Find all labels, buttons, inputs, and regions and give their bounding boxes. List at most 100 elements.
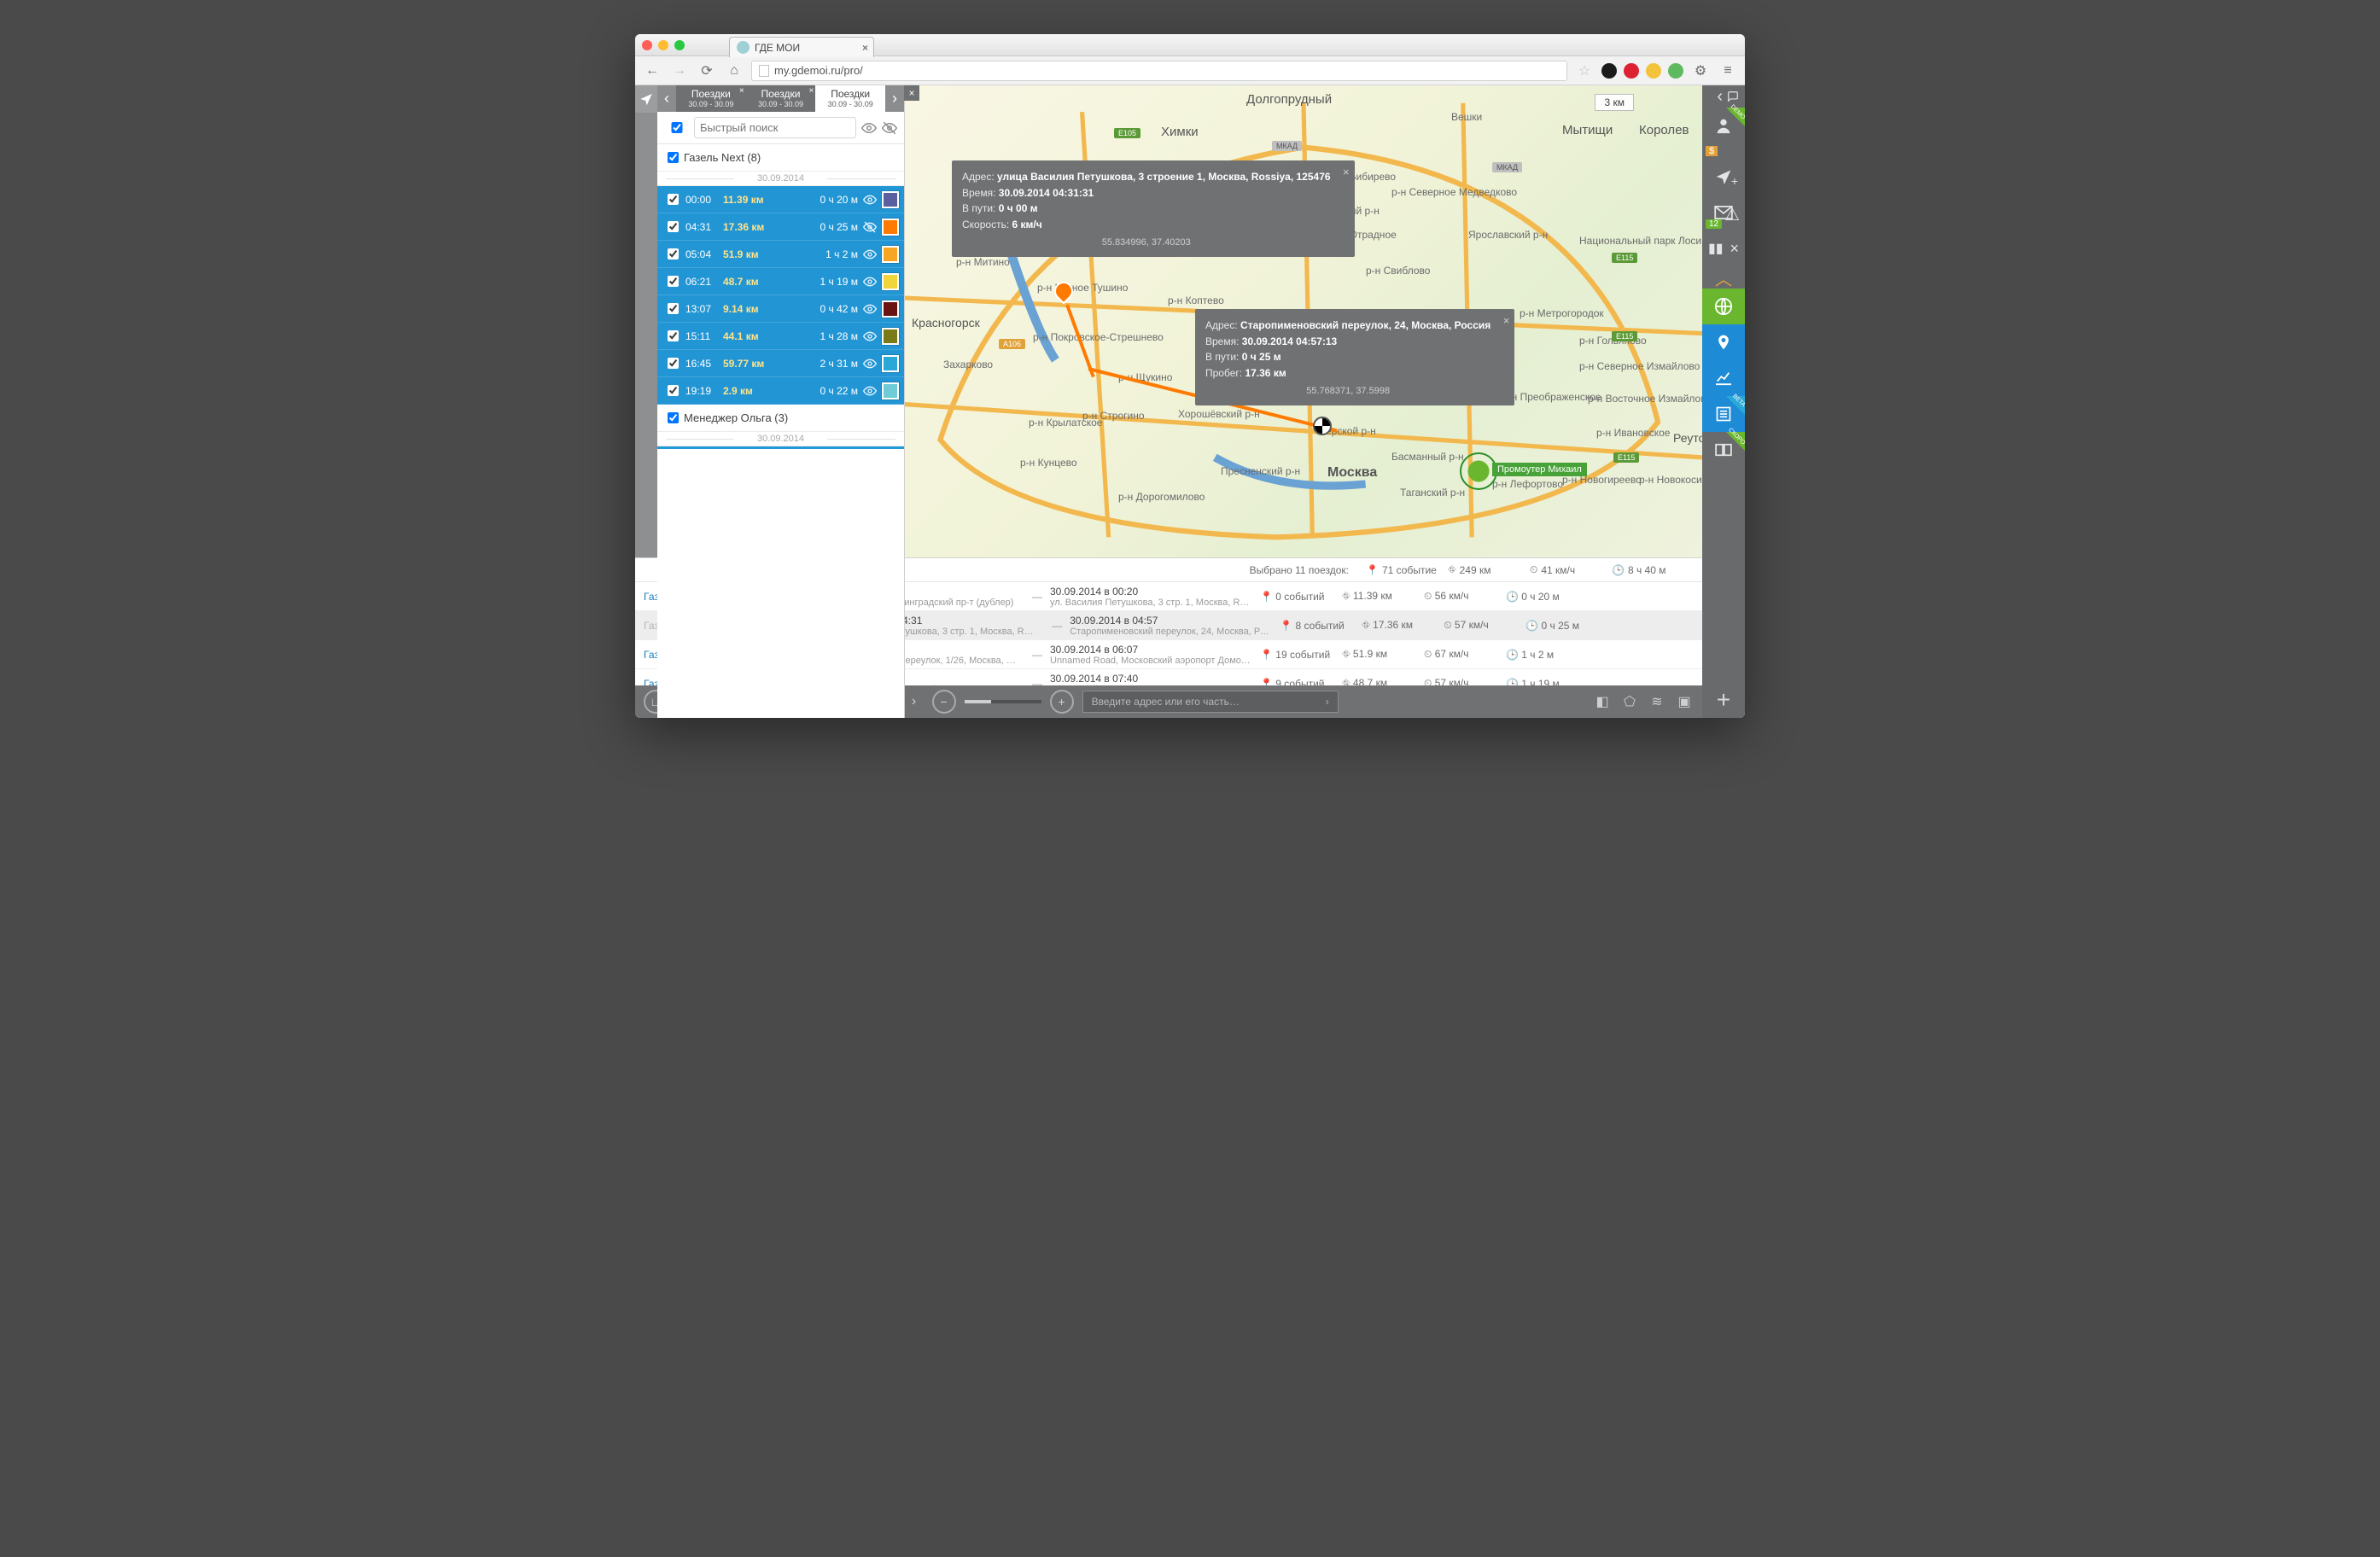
url-bar[interactable]: my.gdemoi.ru/pro/ — [751, 61, 1567, 81]
label-preobr: р-н Преображенское — [1502, 391, 1601, 403]
dock-billing-icon[interactable]: $ — [1702, 143, 1745, 159]
trip-row[interactable]: 06:21 48.7 км 1 ч 19 м — [657, 268, 904, 295]
dock-pin-icon[interactable] — [1702, 324, 1745, 360]
color-swatch[interactable] — [882, 300, 899, 318]
tab-trips-0[interactable]: Поездки 30.09 - 30.09 × — [676, 85, 746, 112]
dock-mail-icon[interactable]: ⚠12 — [1702, 195, 1745, 230]
eye-icon[interactable] — [863, 302, 877, 316]
group-check[interactable] — [668, 152, 679, 163]
color-swatch[interactable] — [882, 382, 899, 399]
color-swatch[interactable] — [882, 273, 899, 290]
label-dorog: р-н Дорогомилово — [1118, 491, 1205, 503]
color-swatch[interactable] — [882, 246, 899, 263]
dock-up-icon[interactable]: ︿ — [1702, 266, 1745, 289]
trip-check[interactable] — [668, 358, 679, 369]
group-gazelle[interactable]: Газель Next (8) — [657, 144, 904, 172]
dock-book-icon[interactable]: СКОРО — [1702, 432, 1745, 468]
trip-row[interactable]: 04:31 17.36 км 0 ч 25 м — [657, 213, 904, 241]
traffic-min-icon[interactable] — [658, 40, 668, 50]
tabs-next-icon[interactable]: › — [885, 85, 904, 112]
color-swatch[interactable] — [882, 219, 899, 236]
group-check[interactable] — [668, 412, 679, 423]
zoom-slider[interactable] — [965, 700, 1041, 703]
badge-e115a: E115 — [1612, 253, 1637, 263]
home-icon[interactable]: ⌂ — [724, 61, 744, 81]
footer-eraser-icon[interactable]: ◧ — [1593, 692, 1612, 711]
label-mitino: р-н Митино — [956, 256, 1010, 268]
dock-split-icon[interactable]: ▮▮× — [1702, 230, 1745, 266]
dock-send-icon[interactable]: + — [1702, 159, 1745, 195]
dock-collapse-icon[interactable]: ‹ — [1702, 85, 1745, 108]
trip-check[interactable] — [668, 276, 679, 287]
dock-globe-icon[interactable] — [1702, 289, 1745, 324]
tabs-prev-icon[interactable]: ‹ — [657, 85, 676, 112]
trip-row[interactable]: 19:19 2.9 км 0 ч 22 м — [657, 377, 904, 405]
group-olga[interactable]: Менеджер Ольга (3) — [657, 405, 904, 432]
nav-back-icon[interactable]: ← — [642, 61, 662, 81]
trip-dur: 0 ч 22 м — [805, 385, 858, 397]
ext4-icon[interactable] — [1668, 63, 1683, 79]
trip-check[interactable] — [668, 194, 679, 205]
dock-add-icon[interactable]: + — [1702, 682, 1745, 718]
menu-icon[interactable]: ≡ — [1718, 61, 1738, 81]
bookmark-star-icon[interactable]: ☆ — [1574, 61, 1595, 81]
marker-end-icon[interactable] — [1313, 417, 1332, 435]
tab-trips-2[interactable]: Поездки 30.09 - 30.09 — [815, 85, 885, 112]
trip-check[interactable] — [668, 248, 679, 260]
trip-check[interactable] — [668, 330, 679, 341]
zoom-out-icon[interactable]: − — [932, 690, 956, 714]
footer-layers-icon[interactable]: ≋ — [1648, 692, 1666, 711]
eye-icon[interactable] — [863, 357, 877, 370]
tab-close-icon[interactable]: × — [739, 86, 744, 96]
eye-icon[interactable] — [863, 193, 877, 207]
trip-check[interactable] — [668, 385, 679, 396]
trip-check[interactable] — [668, 221, 679, 232]
pager-next-icon[interactable]: › — [905, 692, 924, 711]
footer-fullscreen-icon[interactable]: ▣ — [1675, 692, 1694, 711]
traffic-max-icon[interactable] — [674, 40, 685, 50]
promoter-marker[interactable]: Промоутер Михаил — [1460, 452, 1497, 490]
traffic-close-icon[interactable] — [642, 40, 652, 50]
browser-tab[interactable]: ГДЕ МОИ × — [729, 37, 874, 57]
color-swatch[interactable] — [882, 355, 899, 372]
eye-icon[interactable] — [863, 248, 877, 261]
color-swatch[interactable] — [882, 191, 899, 208]
trip-check[interactable] — [668, 303, 679, 314]
settings-gear-icon[interactable]: ⚙ — [1690, 61, 1711, 81]
hide-all-icon[interactable] — [882, 120, 897, 136]
sidebar-close-icon[interactable]: × — [904, 85, 919, 101]
show-all-icon[interactable] — [861, 120, 877, 136]
eye-icon[interactable] — [863, 220, 877, 234]
popup-close-icon[interactable]: × — [1343, 164, 1350, 181]
color-swatch[interactable] — [882, 328, 899, 345]
ext2-icon[interactable] — [1624, 63, 1639, 79]
dock-chart-icon[interactable] — [1702, 360, 1745, 396]
dock-profile-icon[interactable]: DEMO — [1702, 108, 1745, 143]
nav-fwd-icon[interactable]: → — [669, 61, 690, 81]
ext3-icon[interactable] — [1646, 63, 1661, 79]
trip-row[interactable]: 16:45 59.77 км 2 ч 31 м — [657, 350, 904, 377]
zoom-in-icon[interactable]: + — [1050, 690, 1074, 714]
trip-row[interactable]: 13:07 9.14 км 0 ч 42 м — [657, 295, 904, 323]
ext1-icon[interactable] — [1601, 63, 1617, 79]
tab-close-icon[interactable]: × — [809, 86, 814, 96]
dock-list-icon[interactable]: BETA — [1702, 396, 1745, 432]
address-search[interactable]: Введите адрес или его часть… › — [1082, 691, 1339, 713]
row-end-time: 30.09.2014 в 04:57 — [1070, 615, 1280, 627]
locate-icon[interactable] — [635, 85, 657, 113]
popup-close-icon[interactable]: × — [1503, 312, 1510, 329]
tab-trips-1[interactable]: Поездки 30.09 - 30.09 × — [746, 85, 816, 112]
trip-row[interactable]: 05:04 51.9 км 1 ч 2 м — [657, 241, 904, 268]
select-all-check[interactable] — [668, 122, 686, 133]
tab-close-icon[interactable]: × — [862, 42, 868, 54]
row-events: 📍 9 событий — [1260, 678, 1342, 686]
eye-icon[interactable] — [863, 384, 877, 398]
search-input[interactable] — [694, 117, 856, 138]
eye-icon[interactable] — [863, 275, 877, 289]
footer-polygon-icon[interactable]: ⬠ — [1620, 692, 1639, 711]
eye-icon[interactable] — [863, 329, 877, 343]
reload-icon[interactable]: ⟳ — [697, 61, 717, 81]
trip-row[interactable]: 00:00 11.39 км 0 ч 20 м — [657, 186, 904, 213]
addr-go-icon[interactable]: › — [1326, 696, 1329, 708]
trip-row[interactable]: 15:11 44.1 км 1 ч 28 м — [657, 323, 904, 350]
